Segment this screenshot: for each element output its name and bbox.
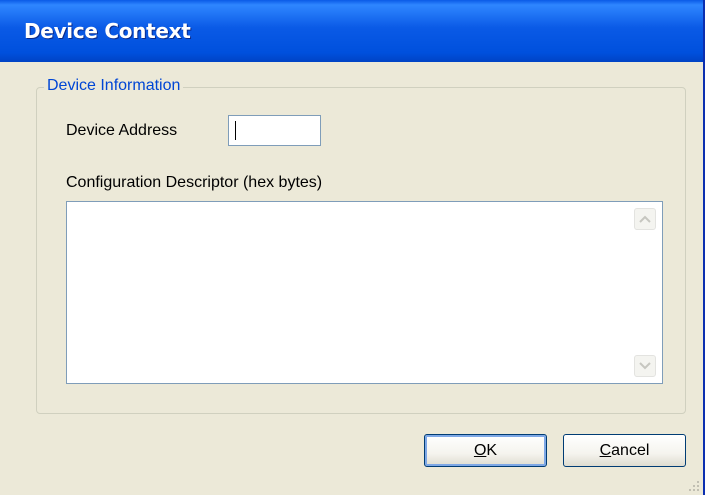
dialog-body: Device Information Device Address Config… [0, 62, 703, 495]
vertical-scrollbar[interactable] [631, 203, 661, 382]
title-bar[interactable]: Device Context [0, 0, 703, 62]
group-legend: Device Information [44, 76, 184, 96]
ok-mnemonic: O [473, 442, 487, 459]
config-descriptor-textarea[interactable] [66, 201, 663, 384]
scroll-down-button[interactable] [634, 355, 656, 377]
device-address-input[interactable] [228, 115, 321, 146]
ok-button[interactable]: OK [424, 434, 547, 467]
config-descriptor-label: Configuration Descriptor (hex bytes) [66, 174, 323, 191]
scroll-up-button[interactable] [634, 208, 656, 230]
window-title: Device Context [24, 19, 191, 43]
chevron-down-icon [639, 362, 651, 370]
chevron-up-icon [639, 215, 651, 223]
device-context-dialog: Device Context Device Information Device… [0, 0, 705, 495]
cancel-mnemonic: C [599, 442, 612, 459]
device-address-label: Device Address [66, 122, 178, 139]
cancel-button[interactable]: Cancel [563, 434, 686, 467]
resize-grip-icon[interactable] [687, 479, 701, 493]
text-caret [235, 121, 236, 140]
ok-label-rest: K [486, 442, 498, 459]
cancel-label-rest: ancel [611, 442, 650, 459]
